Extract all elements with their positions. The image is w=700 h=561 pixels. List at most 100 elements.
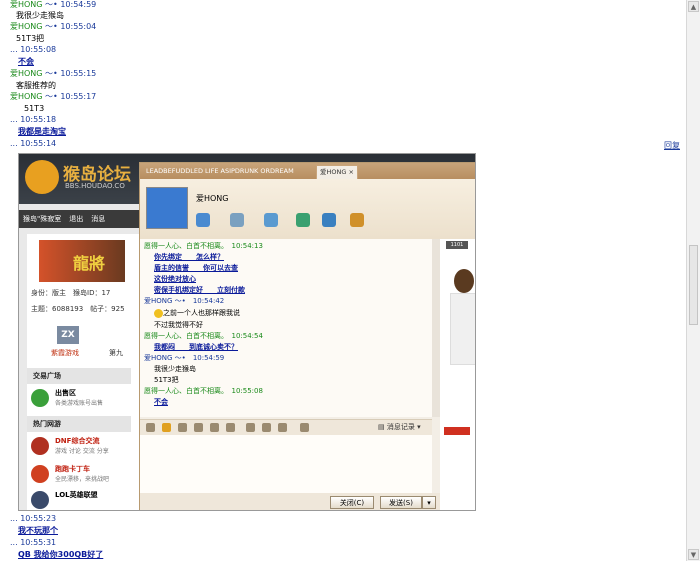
nav-user[interactable]: 猴岛"殊寂室 [19, 210, 65, 228]
gif-icon[interactable] [178, 423, 187, 432]
board-item[interactable]: 跑跑卡丁车 全民漂移，来挑战吧 [27, 462, 131, 486]
timestamp: 10:55:18 [20, 115, 57, 124]
image-icon[interactable] [246, 423, 255, 432]
picture-icon[interactable] [264, 213, 278, 227]
qq-message-text: 我很少走猴岛 [154, 365, 196, 373]
avatar[interactable] [146, 187, 188, 229]
message-link[interactable]: 不会 [18, 57, 34, 67]
zx-icon[interactable]: ZX [57, 326, 79, 344]
board-item[interactable]: DNF综合交流 游戏 讨论 交流 分享 [27, 434, 131, 458]
music-icon[interactable] [262, 423, 271, 432]
smiley-icon [154, 308, 163, 318]
user-identity: 身份：版主 猴岛ID：17 [31, 288, 110, 298]
lol-icon [31, 491, 49, 509]
qq-scrollbar[interactable] [432, 239, 440, 417]
monkey-logo-icon [25, 160, 59, 194]
timestamp: 10:55:08 [231, 387, 263, 395]
sender-tail: ～• [45, 69, 58, 78]
message-text: 51T3把 [16, 34, 45, 43]
board-item[interactable]: 出售区 各类游戏账号出售 [27, 386, 131, 410]
board-title: 跑跑卡丁车 [55, 465, 90, 473]
qq-message-link[interactable]: 我都闷 到底诚心卖不？ [154, 342, 238, 353]
format-toolbar: ▤ 消息记录 ▾ [140, 419, 432, 436]
reply-link[interactable]: 回复 [664, 140, 680, 151]
sender-prefix: ... [10, 45, 18, 54]
edit-icon[interactable] [226, 423, 235, 432]
sender-line: 爱HONG ～• 10:55:04 [10, 22, 96, 32]
kart-icon [31, 465, 49, 483]
emoji-icon[interactable] [162, 423, 171, 432]
close-button[interactable]: 关闭(C) [330, 496, 374, 509]
history-label: 消息记录 [386, 423, 415, 431]
message-link[interactable]: 我都是走淘宝 [18, 127, 66, 137]
message-link[interactable]: QB 我给你300QB好了 [18, 550, 103, 560]
send-options-button[interactable]: ▾ [422, 496, 436, 509]
sender-line: 爱HONG ～• 10:55:15 [10, 69, 96, 79]
qq-message-link[interactable]: 密保手机绑定好 立刻付款 [154, 285, 245, 296]
board-item[interactable]: LOL英雄联盟 [27, 488, 131, 510]
qq-message-link[interactable]: 这份绝对放心 [154, 274, 196, 285]
qq-sender-line: 愿得一人心、白首不相离。 10:54:54 [144, 331, 263, 342]
message-input[interactable] [140, 435, 432, 493]
apps-icon[interactable] [350, 213, 364, 227]
tab-label: 爱HONG [320, 168, 347, 176]
qq-tab-2[interactable]: 爱HONG × [316, 165, 358, 180]
remote-desktop-icon[interactable] [322, 213, 336, 227]
qq-chat-window: LEADBEFUDDLED LIFE ASIPDRUNK ORDREAM 爱HO… [139, 162, 475, 510]
file-transfer-icon[interactable] [296, 213, 310, 227]
sender-line: ... 10:55:31 [10, 538, 56, 548]
close-icon[interactable]: × [348, 168, 353, 176]
timestamp: 10:55:14 [20, 139, 57, 148]
timestamp: 10:55:08 [20, 45, 57, 54]
message-history-button[interactable]: ▤ 消息记录 ▾ [378, 422, 421, 432]
more-icon[interactable] [300, 423, 309, 432]
page-scrollbar[interactable]: ▲ ▼ [686, 0, 700, 561]
message-link[interactable]: 我不玩那个 [18, 526, 58, 536]
font-icon[interactable] [146, 423, 155, 432]
ad-icon[interactable] [444, 427, 470, 435]
qq-message-area: 愿得一人心、白首不相离。 10:54:13 你先绑定 怎么样？ 盾主的信誉 你可… [140, 239, 432, 417]
timestamp: 10:55:17 [60, 92, 97, 101]
timestamp: 10:55:04 [60, 22, 97, 31]
sender-tail: ～• [45, 22, 58, 31]
timestamp: 10:55:31 [20, 538, 57, 547]
side-badge: 1101 [446, 241, 468, 249]
qq-message-link[interactable]: 盾主的信誉 你可以去查 [154, 263, 238, 274]
board-subtitle: 游戏 讨论 交流 分享 [55, 448, 109, 455]
sender-line: ... 10:55:08 [10, 45, 56, 55]
qq-message-text: 不过我觉得不好 [154, 321, 203, 329]
nav-logout[interactable]: 退出 [65, 210, 87, 228]
qq-bottom-bar: 关闭(C) 发送(S) ▾ [140, 493, 440, 510]
scroll-down-button[interactable]: ▼ [688, 549, 699, 560]
message-text: 之前一个人也那样跟我说 [163, 309, 240, 317]
identity-text: 身份：版主 [31, 289, 66, 297]
message-text: 我很少走猴岛 [16, 11, 64, 20]
ninth-label[interactable]: 第九 [109, 348, 123, 358]
message-text: 51T3 [24, 104, 45, 113]
send-button[interactable]: 发送(S) [380, 496, 422, 509]
board-title: LOL英雄联盟 [55, 491, 98, 499]
scroll-up-button[interactable]: ▲ [688, 1, 699, 12]
sender-name: 愿得一人心、白首不相离。 [144, 242, 225, 250]
forum-sidebar: 龍將 身份：版主 猴岛ID：17 主题：6088193 帖子：925 ZX 紫霞… [27, 234, 139, 510]
nav-messages[interactable]: 消息 [87, 210, 109, 228]
qq-tab-1[interactable]: LEADBEFUDDLED LIFE ASIPDRUNK ORDREAM [146, 165, 294, 178]
sender-tail: ～• [45, 0, 58, 9]
scroll-thumb[interactable] [689, 245, 698, 325]
microphone-icon[interactable] [230, 213, 244, 227]
timestamp: 10:54:59 [60, 0, 97, 9]
shake-icon[interactable] [210, 423, 219, 432]
qq-message-link[interactable]: 不会 [154, 397, 168, 408]
section-trade: 交易广场 [27, 368, 131, 384]
sender-name: 爱HONG [10, 22, 43, 31]
video-icon[interactable] [196, 213, 210, 227]
game-banner[interactable]: 龍將 [39, 240, 125, 282]
qq-show-panel: 1101 [440, 239, 475, 510]
qq-tab-bar: LEADBEFUDDLED LIFE ASIPDRUNK ORDREAM 爱HO… [140, 163, 475, 180]
sender-name: 爱HONG [144, 297, 173, 305]
zx-label[interactable]: 紫霞游戏 [51, 348, 79, 358]
screenshot-icon[interactable] [278, 423, 287, 432]
qq-message-text: 51T3把 [154, 376, 179, 384]
qq-message-link[interactable]: 你先绑定 怎么样？ [154, 252, 224, 263]
sticker-icon[interactable] [194, 423, 203, 432]
